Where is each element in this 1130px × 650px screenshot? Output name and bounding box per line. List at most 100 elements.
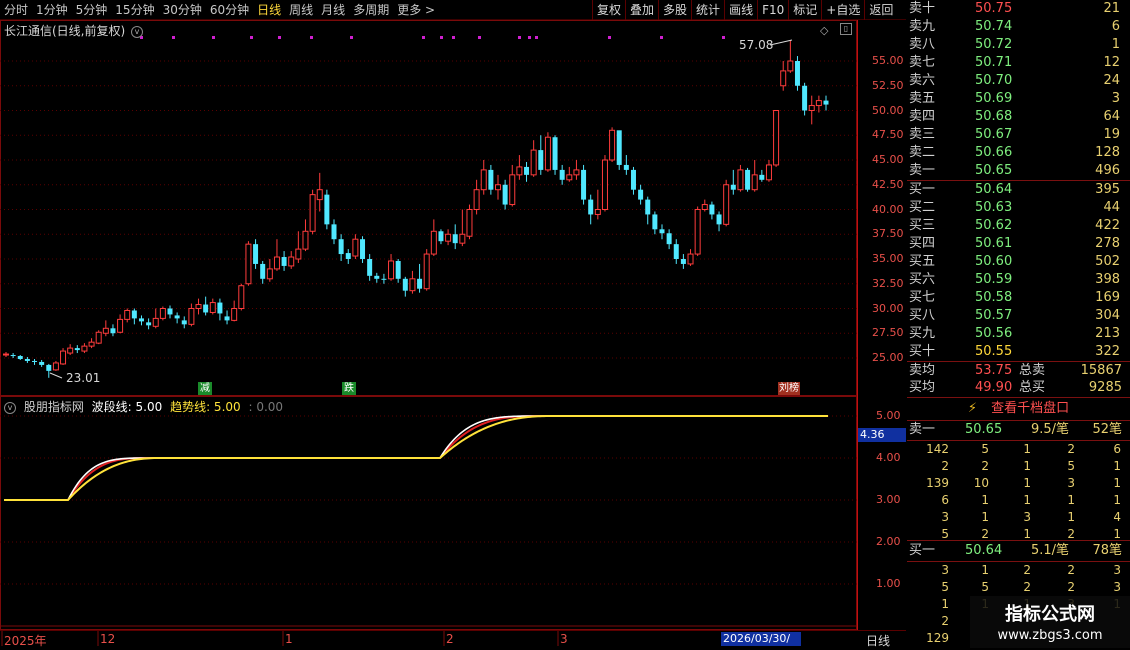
period-tab-4[interactable]: 30分钟 — [159, 0, 206, 20]
signal-dot — [660, 36, 663, 39]
bid-row[interactable]: 买一 50.64 395 — [907, 181, 1130, 199]
ob-price: 50.75 — [975, 1, 1013, 16]
signal-dot — [310, 36, 313, 39]
dropdown-icon[interactable]: v — [131, 25, 144, 38]
function-button-1[interactable]: 叠加 — [625, 0, 658, 20]
price-tick: 52.50 — [872, 78, 904, 92]
indicator-toggle-icon[interactable]: v — [4, 401, 16, 414]
ask-row[interactable]: 卖四 50.68 64 — [907, 108, 1130, 126]
view-depth-button[interactable]: ⚡ 查看千档盘口 — [907, 399, 1130, 419]
period-tab-5[interactable]: 60分钟 — [206, 0, 253, 20]
function-button-0[interactable]: 复权 — [592, 0, 625, 20]
period-tab-3[interactable]: 15分钟 — [111, 0, 158, 20]
price-tick: 45.00 — [872, 153, 904, 166]
function-button-3[interactable]: 统计 — [691, 0, 724, 20]
ask-row[interactable]: 卖八 50.72 1 — [907, 36, 1130, 54]
candle-body-up — [152, 317, 159, 327]
candle-body-down — [759, 174, 765, 180]
candle-body-down — [623, 164, 629, 170]
bid-row[interactable]: 买二 50.63 44 — [907, 199, 1130, 217]
ask-row[interactable]: 卖三 50.67 19 — [907, 126, 1130, 144]
bid-row[interactable]: 买三 50.62 422 — [907, 217, 1130, 235]
period-tab-9[interactable]: 多周期 — [349, 0, 393, 20]
bid-row[interactable]: 买十 50.55 322 — [907, 343, 1130, 361]
indicator-tick: 4.00 — [876, 451, 901, 464]
candle-body-up — [273, 256, 280, 270]
bid-row[interactable]: 买四 50.61 278 — [907, 235, 1130, 253]
candle-body-up — [544, 136, 551, 171]
bid-row[interactable]: 买八 50.57 304 — [907, 307, 1130, 325]
period-tab-6[interactable]: 日线 — [253, 0, 285, 20]
candle-body-up — [309, 194, 316, 232]
candle-body-down — [181, 320, 187, 325]
period-tab-1[interactable]: 1分钟 — [32, 0, 72, 20]
ob-volume: 395 — [1095, 182, 1120, 197]
queue-grid-row: 5 5 2 2 3 — [907, 579, 1130, 596]
signal-dot — [478, 36, 481, 39]
chart-canvas[interactable] — [0, 0, 906, 650]
function-button-2[interactable]: 多股 — [658, 0, 691, 20]
ob-level-label: 买九 — [909, 326, 936, 341]
ask-row[interactable]: 卖九 50.74 6 — [907, 18, 1130, 36]
candle-body-up — [459, 233, 466, 244]
bid-row[interactable]: 买九 50.56 213 — [907, 325, 1130, 343]
date-tick: 12 — [100, 632, 116, 646]
candle-body-up — [195, 304, 202, 310]
bid-row[interactable]: 买六 50.59 398 — [907, 271, 1130, 289]
period-tab-7[interactable]: 周线 — [285, 0, 317, 20]
indicator-name: 股朋指标网 — [23, 400, 84, 414]
candle-body-up — [124, 309, 131, 320]
event-badge[interactable]: 刘榜 — [778, 382, 800, 395]
watermark-url: www.zbgs3.com — [997, 628, 1103, 643]
candle-body-down — [417, 278, 423, 289]
function-button-7[interactable]: +自选 — [821, 0, 864, 20]
candle-body-up — [694, 209, 701, 255]
bid-row[interactable]: 买七 50.58 169 — [907, 289, 1130, 307]
signal-dot — [535, 36, 538, 39]
candle-body-down — [331, 224, 337, 240]
candle-body-up — [701, 204, 708, 211]
ask-row[interactable]: 卖二 50.66 128 — [907, 144, 1130, 162]
event-badge[interactable]: 跌 — [342, 382, 356, 395]
period-tab-2[interactable]: 5分钟 — [72, 0, 112, 20]
candle-body-up — [95, 331, 102, 344]
ask-row[interactable]: 卖七 50.71 12 — [907, 54, 1130, 72]
view-depth-label: 查看千档盘口 — [991, 401, 1070, 416]
period-label[interactable]: 日线 — [866, 632, 890, 649]
queue-cell: 5 — [981, 442, 989, 456]
ask-row[interactable]: 卖六 50.70 24 — [907, 72, 1130, 90]
chart-options-icon[interactable]: ◇ — [820, 24, 828, 37]
candle-body-down — [224, 316, 230, 321]
ask-row[interactable]: 卖一 50.65 496 — [907, 162, 1130, 180]
ob-volume: 213 — [1095, 326, 1120, 341]
function-button-8[interactable]: 返回 — [864, 0, 897, 20]
candle-body-down — [146, 322, 152, 326]
candle-body-up — [423, 253, 430, 290]
ask-row[interactable]: 卖五 50.69 3 — [907, 90, 1130, 108]
queue-grid-row: 6 1 1 1 1 — [907, 492, 1130, 509]
period-tab-0[interactable]: 分时 — [0, 0, 32, 20]
event-badge[interactable]: 减 — [198, 382, 212, 395]
trend-line-label: 趋势线: 5.00 — [170, 400, 241, 414]
signal-dot — [608, 36, 611, 39]
ob-price: 50.67 — [975, 127, 1013, 142]
function-button-5[interactable]: F10 — [757, 0, 788, 20]
queue-cell: 142 — [926, 442, 949, 456]
candle-body-down — [138, 318, 144, 322]
bid-row[interactable]: 买五 50.60 502 — [907, 253, 1130, 271]
candle-body-up — [495, 184, 501, 191]
ob-volume: 398 — [1095, 272, 1120, 287]
candle-body-down — [360, 239, 366, 259]
function-button-6[interactable]: 标记 — [788, 0, 821, 20]
candle-body-up — [430, 230, 437, 255]
ob-level-label: 卖三 — [909, 127, 936, 142]
ob-level-label: 卖七 — [909, 55, 936, 70]
chart-collapse-icon[interactable]: ▯ — [840, 23, 852, 35]
period-tab-8[interactable]: 月线 — [317, 0, 349, 20]
function-button-4[interactable]: 画线 — [724, 0, 757, 20]
period-tab-10[interactable]: 更多 > — [393, 0, 439, 20]
ask-row[interactable]: 卖十 50.75 21 — [907, 0, 1130, 18]
queue-cell: 3 — [1113, 580, 1121, 594]
queue-cell: 1 — [941, 597, 949, 611]
ob-price: 50.62 — [975, 218, 1013, 233]
